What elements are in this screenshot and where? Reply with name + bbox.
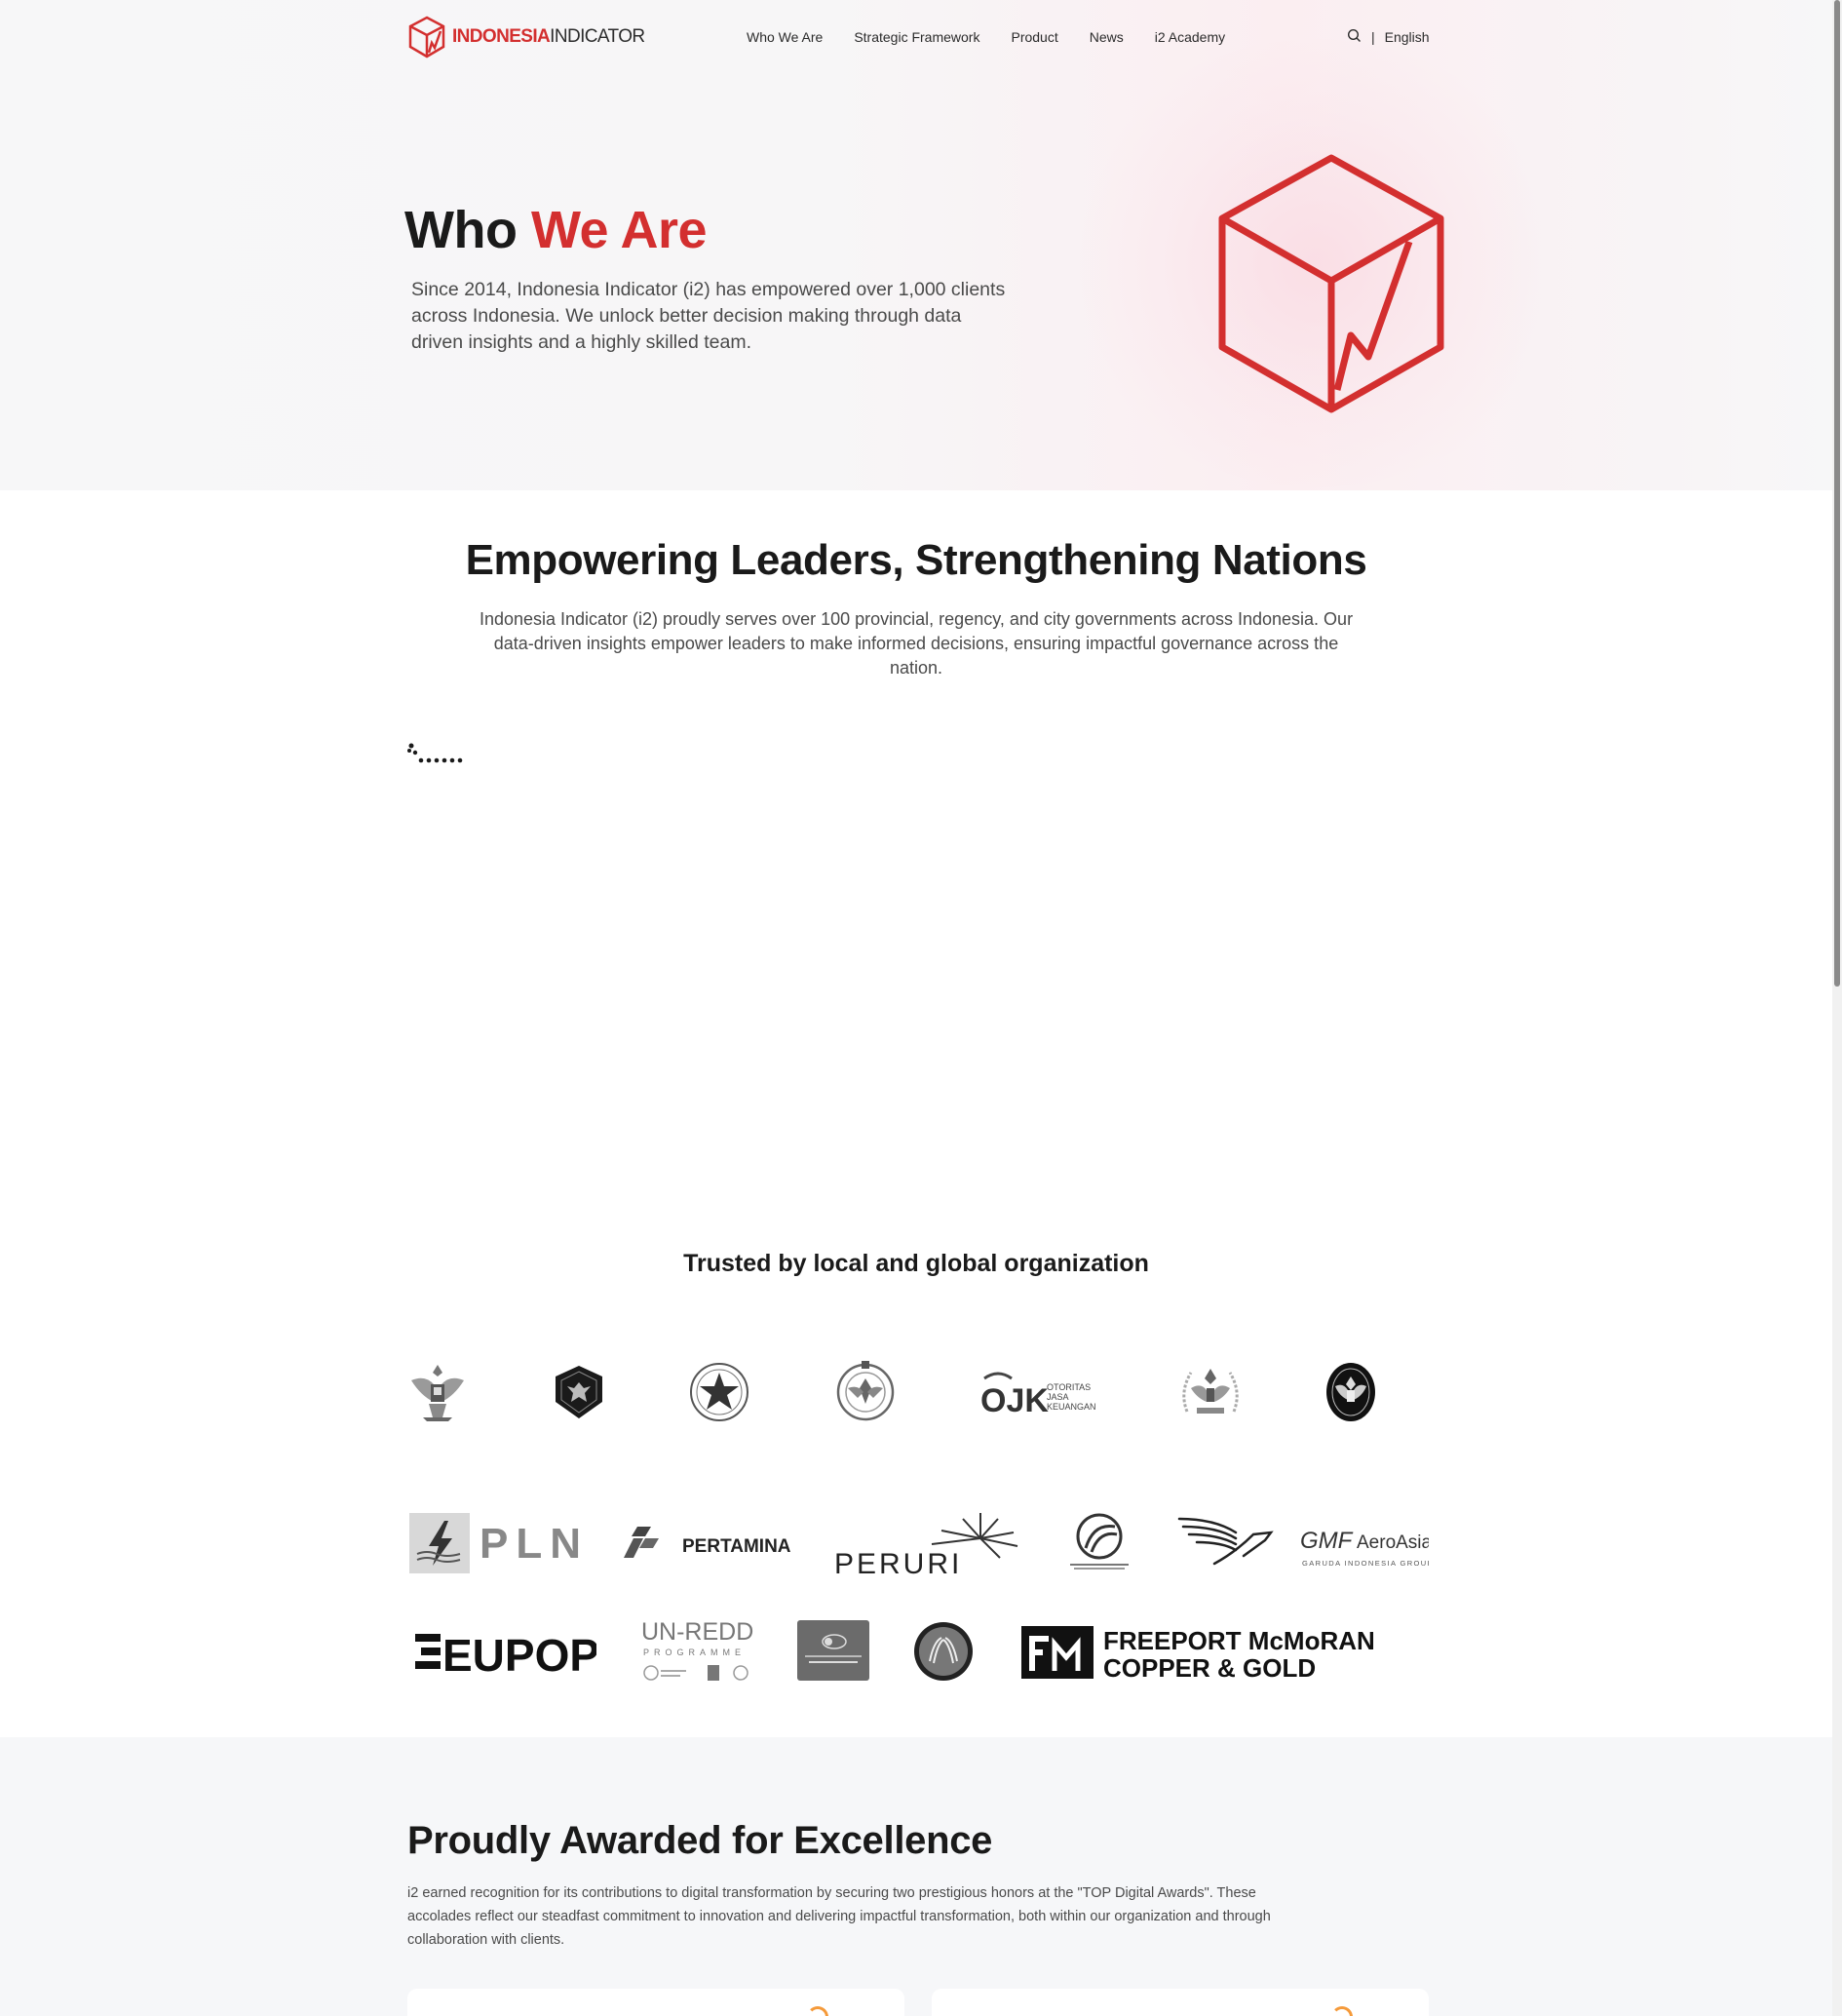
search-icon[interactable] [1347, 28, 1362, 46]
national-agency-seal-logo [1325, 1361, 1376, 1423]
hero-cube-icon [1216, 152, 1446, 420]
eupop-logo: EUPOP [413, 1626, 596, 1677]
nav-link-strategic-framework[interactable]: Strategic Framework [854, 29, 979, 45]
un-redd-logo: UN-REDD PROGRAMME [639, 1614, 756, 1685]
ojk-line-2-text: JASA [1047, 1392, 1069, 1402]
ojk-mark-text: OJK [980, 1382, 1049, 1417]
gmf-tagline-text: GARUDA INDONESIA GROUP [1302, 1559, 1429, 1568]
hero-description: Since 2014, Indonesia Indicator (i2) has… [411, 279, 1006, 353]
logo-wordmark: INDONESIAINDICATOR [452, 26, 645, 47]
awards-title: Proudly Awarded for Excellence [407, 1819, 993, 1862]
nav-utilities: | English [1347, 28, 1430, 46]
hero-section: INDONESIAINDICATOR Who We Are Strategic … [0, 0, 1832, 490]
section-description-empowering-leaders: Indonesia Indicator (i2) proudly serves … [479, 609, 1354, 678]
asean-logo [912, 1620, 975, 1683]
eupop-text: EUPOP [442, 1630, 596, 1677]
scrollbar-thumb[interactable] [1834, 0, 1840, 987]
ojk-line-1-text: OTORITAS [1047, 1382, 1091, 1392]
award-badge-icon [807, 2006, 828, 2016]
award-card[interactable] [407, 1989, 904, 2016]
free-trade-agreement-logo [795, 1618, 871, 1683]
nav-links: Who We Are Strategic Framework Product N… [747, 29, 1225, 45]
garuda-emblem-logo [407, 1359, 468, 1425]
gmf-aeroasia-logo: GMF AeroAsia GARUDA INDONESIA GROUP [1300, 1523, 1429, 1571]
aerospace-logo [1064, 1509, 1134, 1573]
section-title-empowering-leaders: Empowering Leaders, Strengthening Nation… [465, 536, 1367, 584]
nav-link-who-we-are[interactable]: Who We Are [747, 29, 823, 45]
logo-cube-icon [407, 16, 446, 58]
star-seal-logo [688, 1361, 750, 1423]
government-shield-logo [552, 1363, 606, 1421]
hero-title: Who We Are [404, 201, 708, 259]
brand-logo[interactable]: INDONESIAINDICATOR [407, 16, 645, 58]
language-selector[interactable]: English [1385, 29, 1430, 45]
pln-logo: PLN [407, 1511, 581, 1573]
award-card[interactable] [932, 1989, 1429, 2016]
gmf-sub-text: AeroAsia [1357, 1532, 1429, 1553]
awards-description: i2 earned recognition for its contributi… [407, 1885, 1271, 1948]
pertamina-text: PERTAMINA [682, 1536, 791, 1557]
un-redd-sub-text: PROGRAMME [643, 1648, 746, 1657]
freeport-line-1-text: FREEPORT McMoRAN [1103, 1626, 1375, 1655]
peruri-text: PERURI [834, 1548, 962, 1577]
nav-link-news[interactable]: News [1090, 29, 1124, 45]
pln-text: PLN [480, 1520, 581, 1568]
nav-separator: | [1371, 29, 1375, 45]
freeport-mcmoran-logo: FREEPORT McMoRAN COPPER & GOLD [1019, 1622, 1394, 1681]
pertamina-logo: PERTAMINA [620, 1523, 797, 1562]
peruri-logo: PERURI [834, 1509, 1021, 1577]
gmf-main-text: GMF [1300, 1528, 1354, 1554]
top-navigation: INDONESIAINDICATOR Who We Are Strategic … [0, 0, 1832, 76]
ojk-logo: OJK OTORITAS JASA KEUANGAN [979, 1369, 1099, 1417]
nav-link-i2-academy[interactable]: i2 Academy [1155, 29, 1225, 45]
loading-dots-icon [407, 741, 470, 769]
garuda-indonesia-bird-logo [1175, 1513, 1277, 1566]
trusted-by-title: Trusted by local and global organization [683, 1250, 1149, 1277]
nav-link-product[interactable]: Product [1011, 29, 1057, 45]
parliament-seal-logo [1177, 1359, 1244, 1425]
award-badge-icon [1331, 2006, 1353, 2016]
awards-section: Proudly Awarded for Excellence i2 earned… [0, 1737, 1832, 2016]
ojk-line-3-text: KEUANGAN [1047, 1402, 1096, 1412]
un-redd-main-text: UN-REDD [641, 1618, 753, 1646]
ministry-seal-logo [834, 1359, 897, 1423]
page-scrollbar[interactable] [1832, 0, 1842, 2016]
freeport-line-2-text: COPPER & GOLD [1103, 1653, 1316, 1681]
